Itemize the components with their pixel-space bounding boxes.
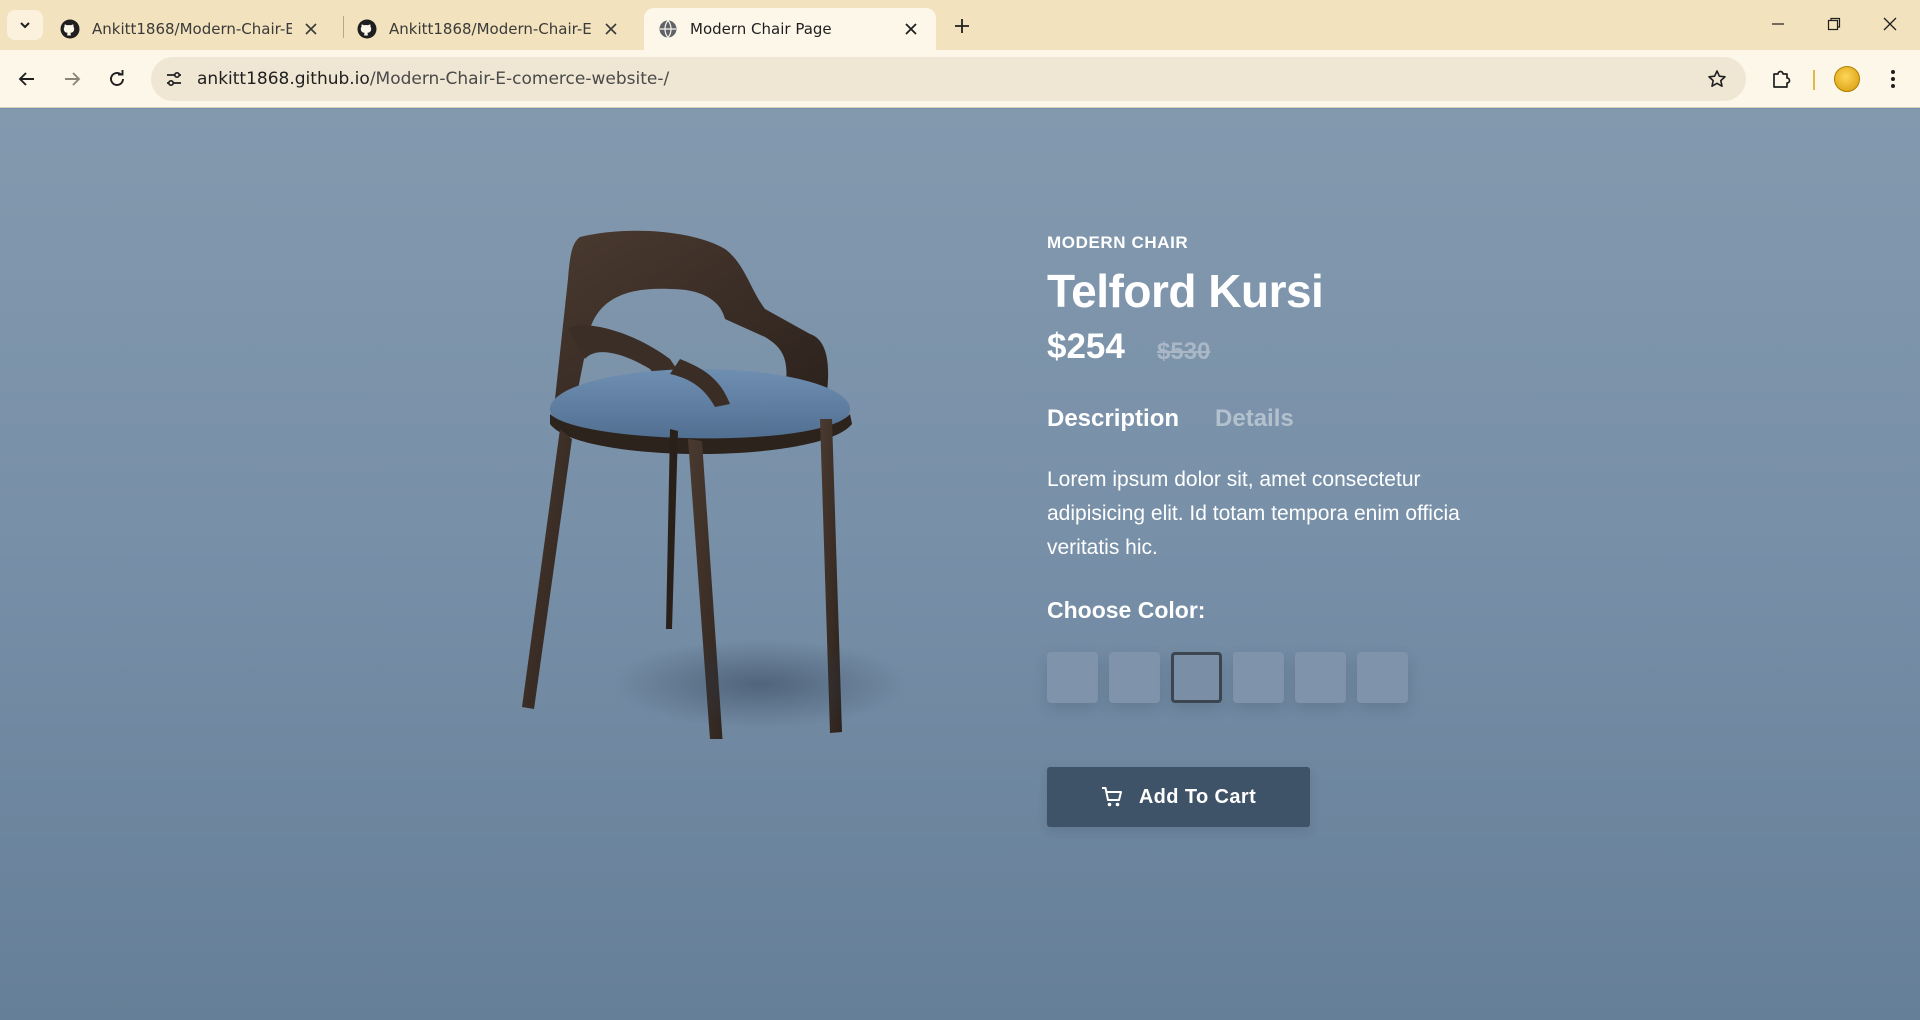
reload-button[interactable]: [98, 60, 136, 98]
url-path: /Modern-Chair-E-comerce-website-/: [369, 69, 670, 89]
address-bar[interactable]: ankitt1868.github.io/Modern-Chair-E-come…: [151, 57, 1746, 101]
extensions-button[interactable]: [1762, 60, 1800, 98]
minimize-icon: [1772, 23, 1784, 25]
tab-title: Ankitt1868/Modern-Chair-E-co: [92, 20, 292, 38]
product-image: [520, 219, 960, 821]
forward-button[interactable]: [53, 60, 91, 98]
restore-icon: [1827, 17, 1841, 31]
color-swatch-1[interactable]: [1047, 652, 1098, 703]
choose-color-label: Choose Color:: [1047, 597, 1206, 623]
close-window-button[interactable]: [1862, 0, 1918, 48]
close-tab-icon[interactable]: [300, 18, 322, 40]
original-price: $530: [1157, 338, 1211, 365]
close-tab-icon[interactable]: [900, 18, 922, 40]
kebab-menu-icon: [1891, 70, 1895, 88]
product-title: Telford Kursi: [1047, 265, 1324, 317]
color-swatch-2[interactable]: [1109, 652, 1160, 703]
profile-avatar[interactable]: [1834, 66, 1860, 92]
url-text: ankitt1868.github.io/Modern-Chair-E-come…: [197, 69, 669, 89]
globe-icon: [659, 20, 677, 38]
color-swatch-6[interactable]: [1357, 652, 1408, 703]
browser-tab-strip: Ankitt1868/Modern-Chair-E-co Ankitt1868/…: [0, 0, 1920, 50]
tab-details[interactable]: Details: [1215, 405, 1294, 433]
back-button[interactable]: [8, 60, 46, 98]
tab-modern-chair-page[interactable]: Modern Chair Page: [644, 8, 936, 50]
tab-github-1[interactable]: Ankitt1868/Modern-Chair-E-co: [46, 8, 336, 50]
add-to-cart-label: Add To Cart: [1138, 785, 1257, 808]
minimize-button[interactable]: [1750, 0, 1806, 48]
tab-title: Ankitt1868/Modern-Chair-E-co: [389, 20, 592, 38]
cart-icon: [1101, 787, 1122, 807]
tab-title: Modern Chair Page: [690, 20, 832, 38]
color-swatch-5[interactable]: [1295, 652, 1346, 703]
current-price: $254: [1047, 327, 1125, 366]
restore-button[interactable]: [1806, 0, 1862, 48]
arrow-right-icon: [65, 72, 81, 86]
product-description: Lorem ipsum dolor sit, amet consectetur …: [1047, 468, 1460, 559]
add-to-cart-button[interactable]: Add To Cart: [1047, 767, 1310, 827]
reload-icon: [110, 70, 124, 86]
bookmark-star-icon[interactable]: [1700, 62, 1734, 96]
product-category: MODERN CHAIR: [1047, 233, 1189, 252]
tab-search-button[interactable]: [7, 10, 43, 40]
tab-description[interactable]: Description: [1047, 405, 1179, 433]
github-icon: [60, 19, 80, 39]
color-swatch-4[interactable]: [1233, 652, 1284, 703]
chevron-down-icon: [20, 22, 30, 29]
product-page: MODERN CHAIR Telford Kursi $254 $530 Des…: [0, 109, 1920, 1020]
color-swatches: [1047, 652, 1408, 703]
toolbar-divider: [1813, 70, 1815, 90]
browser-toolbar: ankitt1868.github.io/Modern-Chair-E-come…: [0, 50, 1920, 108]
color-swatch-3[interactable]: [1171, 652, 1222, 703]
tab-github-2[interactable]: Ankitt1868/Modern-Chair-E-co: [343, 8, 636, 50]
new-tab-button[interactable]: [944, 11, 980, 41]
browser-menu-button[interactable]: [1875, 60, 1911, 98]
product-tabs: Description Details: [1047, 405, 1294, 433]
chair-shadow: [610, 639, 910, 729]
site-info-icon[interactable]: [157, 62, 191, 96]
puzzle-icon: [1773, 70, 1791, 88]
close-tab-icon[interactable]: [600, 18, 622, 40]
plus-icon: [955, 19, 969, 33]
url-host: ankitt1868.github.io: [197, 69, 370, 89]
arrow-left-icon: [18, 72, 34, 86]
close-icon: [1883, 17, 1897, 31]
github-icon: [357, 19, 377, 39]
